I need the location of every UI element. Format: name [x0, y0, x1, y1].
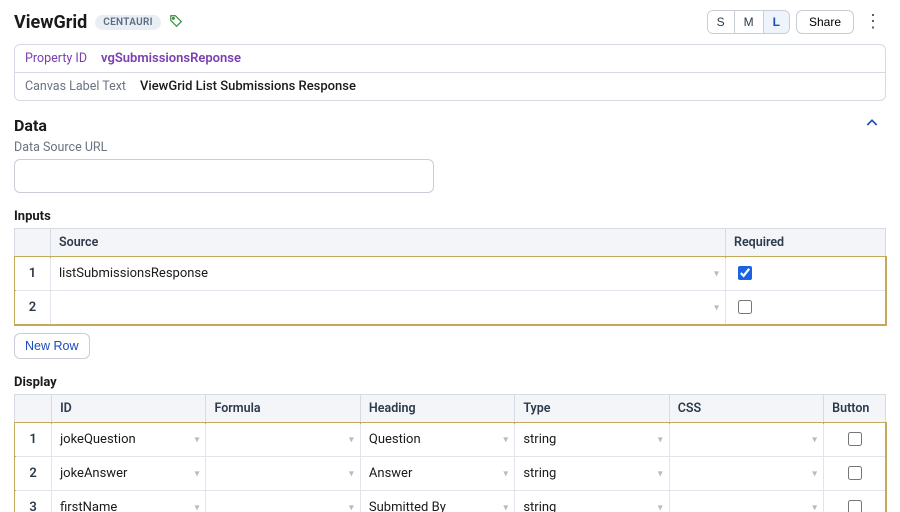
chevron-down-icon[interactable]: ▾ [349, 502, 354, 512]
chevron-down-icon[interactable]: ▾ [658, 468, 663, 479]
chevron-down-icon[interactable]: ▾ [194, 502, 199, 512]
row-number: 2 [15, 457, 52, 491]
inputs-required-cell[interactable] [726, 257, 886, 291]
display-col-css: CSS [669, 395, 823, 423]
display-heading-cell[interactable]: Submitted By▾ [360, 491, 514, 512]
row-number: 3 [15, 491, 52, 512]
display-col-button: Button [824, 395, 886, 423]
display-button-cell[interactable] [824, 457, 886, 491]
size-s-button[interactable]: S [708, 11, 734, 33]
display-table: ID Formula Heading Type CSS Button 1joke… [14, 394, 886, 512]
inputs-source-cell[interactable]: listSubmissionsResponse▾ [51, 257, 726, 291]
data-source-url-input[interactable] [14, 159, 434, 193]
property-id-row[interactable]: Property ID vgSubmissionsReponse [14, 44, 886, 73]
chevron-down-icon[interactable]: ▾ [812, 434, 817, 445]
display-heading-cell[interactable]: Answer▾ [360, 457, 514, 491]
table-row: 2jokeAnswer▾▾Answer▾string▾▾ [15, 457, 886, 491]
display-id-cell[interactable]: jokeAnswer▾ [52, 457, 206, 491]
row-number: 2 [15, 291, 51, 325]
table-row: 1jokeQuestion▾▾Question▾string▾▾ [15, 423, 886, 457]
chevron-down-icon[interactable]: ▾ [812, 502, 817, 512]
inputs-col-required: Required [726, 229, 886, 257]
chevron-down-icon[interactable]: ▾ [194, 434, 199, 445]
chevron-down-icon[interactable]: ▾ [812, 468, 817, 479]
data-source-url-label: Data Source URL [14, 140, 886, 155]
display-css-cell[interactable]: ▾ [669, 457, 823, 491]
display-heading: Display [14, 375, 886, 390]
chevron-down-icon[interactable]: ▾ [658, 434, 663, 445]
display-formula-cell[interactable]: ▾ [206, 457, 360, 491]
chevron-down-icon[interactable]: ▾ [503, 468, 508, 479]
data-section-title: Data [14, 116, 47, 135]
display-col-id: ID [52, 395, 206, 423]
inputs-heading: Inputs [14, 209, 886, 224]
inputs-table: Source Required 1listSubmissionsResponse… [14, 228, 886, 325]
page-title: ViewGrid [14, 12, 87, 33]
chevron-down-icon[interactable]: ▾ [714, 302, 719, 313]
property-id-value: vgSubmissionsReponse [101, 51, 241, 66]
page-header: ViewGrid CENTAURI S M L Share ⋮ [14, 10, 886, 34]
row-number: 1 [15, 423, 52, 457]
display-button-cell[interactable] [824, 491, 886, 512]
chevron-down-icon[interactable]: ▾ [503, 502, 508, 512]
chevron-down-icon[interactable]: ▾ [194, 468, 199, 479]
display-formula-cell[interactable]: ▾ [206, 423, 360, 457]
display-col-num [15, 395, 52, 423]
tag-icon[interactable] [169, 14, 183, 31]
size-toggle: S M L [707, 10, 790, 34]
display-col-type: Type [515, 395, 669, 423]
chevron-down-icon[interactable]: ▾ [658, 502, 663, 512]
display-css-cell[interactable]: ▾ [669, 491, 823, 512]
display-button-cell[interactable] [824, 423, 886, 457]
more-menu-icon[interactable]: ⋮ [860, 13, 886, 31]
table-row: 3firstName▾▾Submitted By▾string▾▾ [15, 491, 886, 512]
chevron-down-icon[interactable]: ▾ [349, 468, 354, 479]
display-type-cell[interactable]: string▾ [515, 423, 669, 457]
button-checkbox[interactable] [848, 466, 862, 480]
inputs-required-cell[interactable] [726, 291, 886, 325]
table-row: 1listSubmissionsResponse▾ [15, 257, 886, 291]
inputs-new-row-button[interactable]: New Row [14, 333, 90, 359]
size-m-button[interactable]: M [734, 11, 763, 33]
display-type-cell[interactable]: string▾ [515, 457, 669, 491]
required-checkbox[interactable] [738, 266, 752, 280]
required-checkbox[interactable] [738, 300, 752, 314]
display-id-cell[interactable]: jokeQuestion▾ [52, 423, 206, 457]
row-number: 1 [15, 257, 51, 291]
display-heading-cell[interactable]: Question▾ [360, 423, 514, 457]
display-id-cell[interactable]: firstName▾ [52, 491, 206, 512]
display-css-cell[interactable]: ▾ [669, 423, 823, 457]
chevron-down-icon[interactable]: ▾ [349, 434, 354, 445]
display-col-formula: Formula [206, 395, 360, 423]
inputs-source-cell[interactable]: ▾ [51, 291, 726, 325]
inputs-col-num [15, 229, 51, 257]
display-formula-cell[interactable]: ▾ [206, 491, 360, 512]
env-badge: CENTAURI [95, 15, 161, 30]
chevron-down-icon[interactable]: ▾ [503, 434, 508, 445]
data-section-header: Data [14, 115, 886, 136]
canvas-label-label: Canvas Label Text [25, 79, 126, 94]
size-l-button[interactable]: L [763, 11, 789, 33]
properties-group: Property ID vgSubmissionsReponse Canvas … [14, 44, 886, 101]
canvas-label-row[interactable]: Canvas Label Text ViewGrid List Submissi… [14, 72, 886, 101]
button-checkbox[interactable] [848, 500, 862, 512]
property-id-label: Property ID [25, 51, 87, 66]
share-button[interactable]: Share [796, 10, 854, 34]
button-checkbox[interactable] [848, 432, 862, 446]
inputs-col-source: Source [51, 229, 726, 257]
collapse-icon[interactable] [858, 115, 886, 136]
display-col-heading: Heading [360, 395, 514, 423]
display-type-cell[interactable]: string▾ [515, 491, 669, 512]
chevron-down-icon[interactable]: ▾ [714, 268, 719, 279]
canvas-label-value: ViewGrid List Submissions Response [140, 79, 356, 94]
table-row: 2▾ [15, 291, 886, 325]
